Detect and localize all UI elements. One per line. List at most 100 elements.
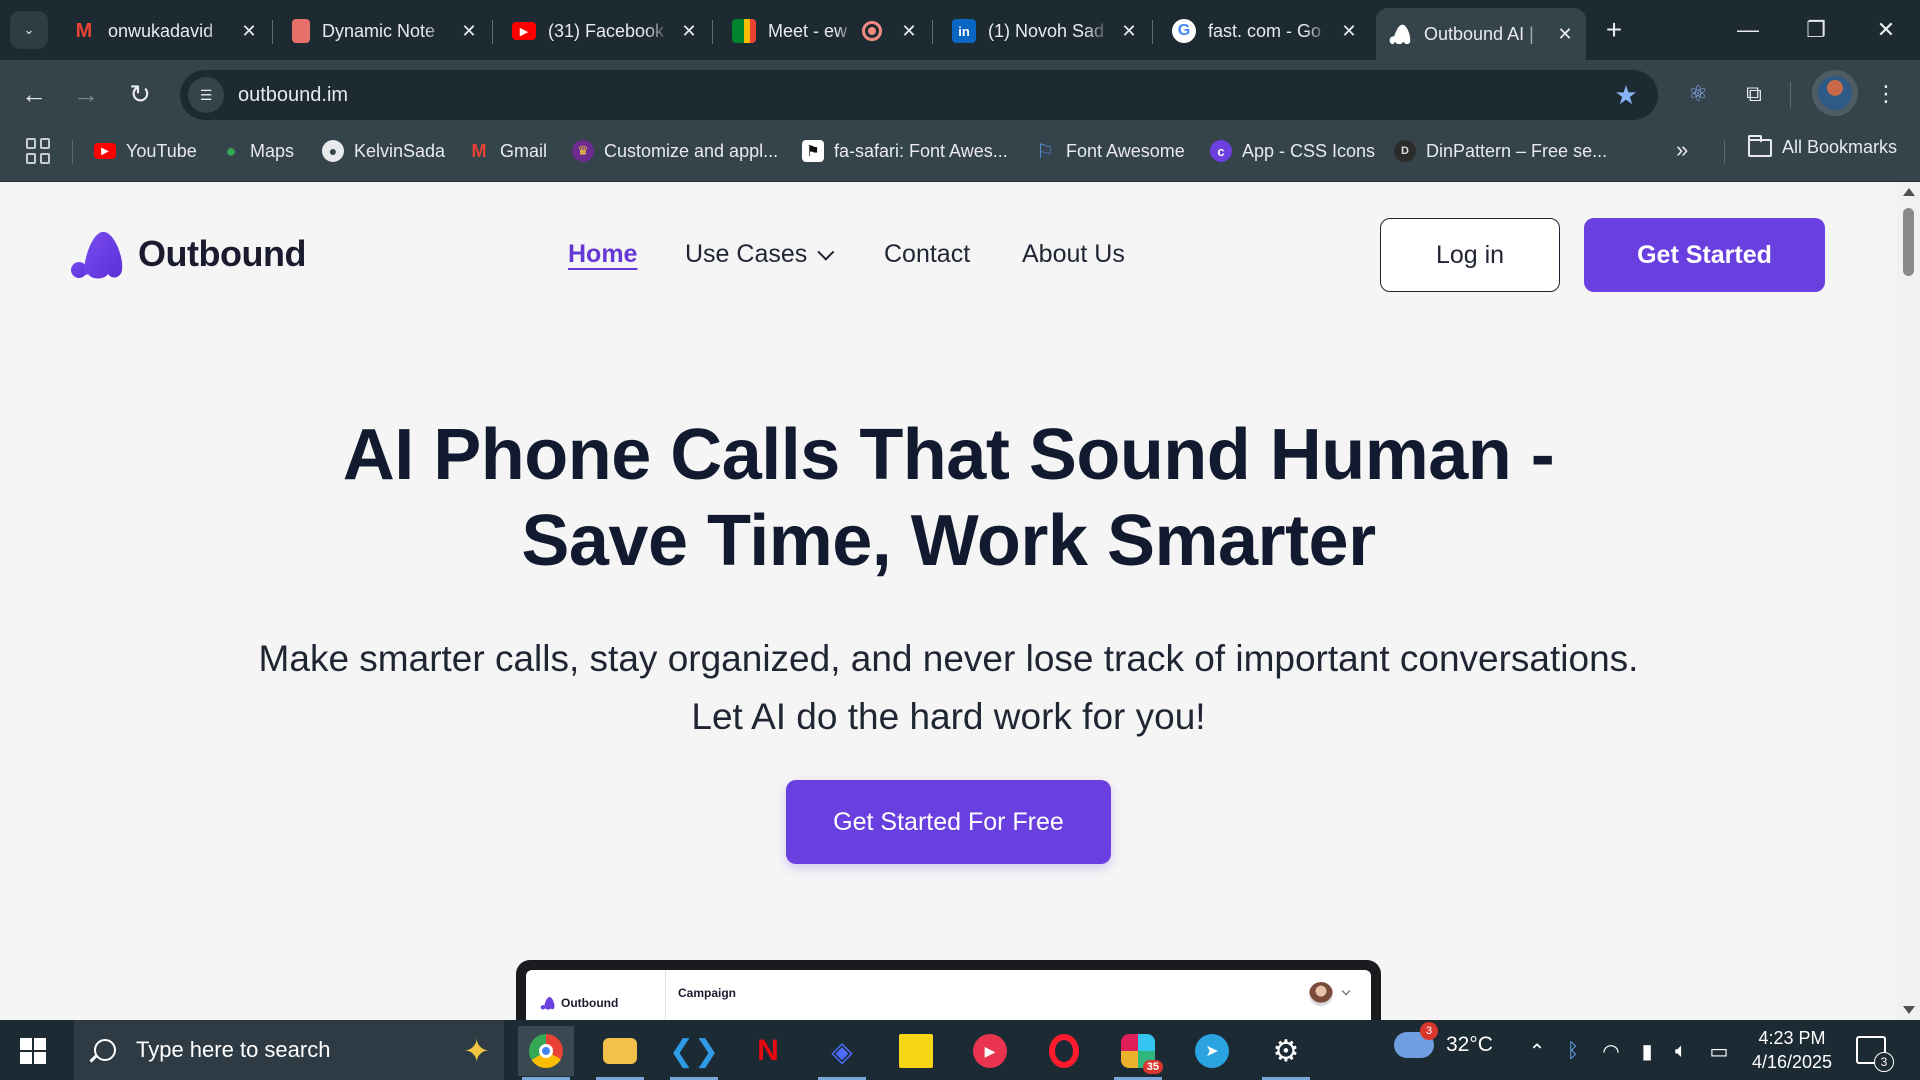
preview-logo: Outbound bbox=[540, 996, 618, 1010]
taskbar-slack[interactable]: 35 bbox=[1110, 1026, 1166, 1080]
minimize-icon: — bbox=[1737, 17, 1759, 42]
brand-logo[interactable]: Outbound bbox=[70, 228, 306, 280]
close-tab-icon[interactable]: ✕ bbox=[1554, 23, 1576, 45]
close-tab-icon[interactable]: ✕ bbox=[1338, 20, 1360, 42]
nav-contact[interactable]: Contact bbox=[884, 240, 970, 269]
folder-icon bbox=[1748, 134, 1772, 157]
taskbar-sticky-notes[interactable] bbox=[888, 1026, 944, 1076]
login-button[interactable]: Log in bbox=[1380, 218, 1560, 292]
bookmark-dinpattern[interactable]: D DinPattern – Free se... bbox=[1394, 137, 1607, 165]
search-icon bbox=[94, 1039, 116, 1061]
tab-title: (1) Novoh Sad bbox=[988, 20, 1105, 41]
taskbar-search-box[interactable]: Type here to search ✦ bbox=[74, 1020, 504, 1080]
notification-center-icon[interactable]: 3 bbox=[1856, 1036, 1894, 1072]
taskbar-vscode[interactable]: ❮❯ bbox=[666, 1026, 722, 1080]
hero-title-line: Save Time, Work Smarter bbox=[521, 501, 1376, 581]
system-clock[interactable]: 4:23 PM 4/16/2025 bbox=[1740, 1026, 1844, 1074]
site-info-button[interactable]: ☰ bbox=[188, 77, 224, 113]
address-bar[interactable]: ☰ outbound.im ★ bbox=[180, 70, 1658, 120]
bookmark-maps[interactable]: ● Maps bbox=[222, 137, 294, 165]
browser-tab[interactable]: ▶ (31) Facebook ✕ bbox=[500, 10, 710, 52]
clock-time: 4:23 PM bbox=[1758, 1028, 1826, 1048]
copilot-sparkle-icon[interactable]: ✦ bbox=[463, 1032, 490, 1070]
bookmark-star-icon[interactable]: ★ bbox=[1606, 75, 1646, 115]
bookmark-youtube[interactable]: ▶ YouTube bbox=[94, 137, 197, 165]
weather-widget[interactable]: 3 32°C bbox=[1394, 1022, 1493, 1058]
bookmark-fa-safari[interactable]: ⚑ fa-safari: Font Awes... bbox=[802, 137, 1008, 165]
browser-tab[interactable]: Meet - ew ✕ bbox=[720, 10, 930, 52]
more-bookmarks-icon[interactable]: » bbox=[1676, 137, 1688, 163]
preview-brand-name: Outbound bbox=[561, 996, 619, 1010]
windows-start-icon[interactable] bbox=[20, 1038, 46, 1064]
browser-tab[interactable]: Dynamic Note ✕ bbox=[280, 10, 490, 52]
tab-divider bbox=[712, 20, 713, 44]
battery-icon[interactable]: ▭ bbox=[1706, 1038, 1732, 1064]
get-started-free-button[interactable]: Get Started For Free bbox=[786, 780, 1111, 864]
scroll-thumb[interactable] bbox=[1903, 208, 1914, 276]
back-button[interactable]: ← bbox=[14, 74, 54, 114]
chevron-down-icon bbox=[1341, 986, 1351, 996]
taskbar-settings[interactable]: ⚙ bbox=[1258, 1026, 1314, 1080]
taskbar-netflix[interactable]: N bbox=[740, 1026, 796, 1076]
scroll-down-icon[interactable] bbox=[1903, 1006, 1915, 1014]
close-tab-icon[interactable]: ✕ bbox=[238, 20, 260, 42]
bookmark-css-icons[interactable]: c App - CSS Icons bbox=[1210, 137, 1375, 165]
browser-tab[interactable]: M onwukadavid ✕ bbox=[60, 10, 270, 52]
bookmark-github[interactable]: ● KelvinSada bbox=[322, 137, 445, 165]
browser-tab[interactable]: G fast. com - Go ✕ bbox=[1160, 10, 1370, 52]
taskbar-telegram[interactable]: ➤ bbox=[1184, 1026, 1240, 1076]
google-maps-icon: ● bbox=[225, 140, 237, 161]
github-icon: ● bbox=[322, 140, 344, 162]
new-tab-button[interactable]: + bbox=[1598, 14, 1630, 46]
hero-subtitle-line: Make smarter calls, stay organized, and … bbox=[258, 638, 1639, 679]
clock-date: 4/16/2025 bbox=[1751, 1052, 1833, 1072]
tab-divider bbox=[272, 20, 273, 44]
hero-subtitle: Make smarter calls, stay organized, and … bbox=[180, 630, 1717, 746]
bookmark-font-awesome[interactable]: ⚐ Font Awesome bbox=[1034, 137, 1185, 165]
wifi-icon[interactable]: ◠ bbox=[1598, 1038, 1624, 1064]
taskbar-media-player[interactable]: ▶ bbox=[962, 1026, 1018, 1076]
get-started-button[interactable]: Get Started bbox=[1584, 218, 1825, 292]
browser-tab[interactable]: in (1) Novoh Sad ✕ bbox=[940, 10, 1150, 52]
page-scrollbar[interactable] bbox=[1897, 182, 1920, 1020]
apps-grid-icon[interactable] bbox=[26, 138, 52, 164]
app-preview-screen: Outbound Campaign bbox=[526, 970, 1371, 1020]
preview-sidebar: Outbound bbox=[526, 970, 666, 1020]
slack-badge: 35 bbox=[1142, 1060, 1163, 1074]
gear-icon: ⚙ bbox=[1272, 1034, 1300, 1068]
bookmark-gmail[interactable]: M Gmail bbox=[468, 137, 548, 165]
all-bookmarks-label: All Bookmarks bbox=[1782, 137, 1898, 157]
nav-about[interactable]: About Us bbox=[1022, 240, 1125, 269]
url-text[interactable]: outbound.im bbox=[238, 84, 1606, 107]
react-devtools-icon[interactable]: ⚛ bbox=[1678, 74, 1718, 114]
close-tab-icon[interactable]: ✕ bbox=[898, 20, 920, 42]
nav-home[interactable]: Home bbox=[568, 240, 637, 269]
close-tab-icon[interactable]: ✕ bbox=[678, 20, 700, 42]
restore-button[interactable]: ❐ bbox=[1796, 12, 1836, 48]
hero-title: AI Phone Calls That Sound Human - Save T… bbox=[200, 412, 1697, 584]
extensions-icon[interactable]: ⧉ bbox=[1734, 74, 1774, 114]
bookmark-label: Font Awesome bbox=[1066, 140, 1185, 161]
volume-icon[interactable]: 🔈︎ bbox=[1668, 1038, 1694, 1064]
taskbar-chrome[interactable] bbox=[518, 1026, 574, 1080]
close-tab-icon[interactable]: ✕ bbox=[458, 20, 480, 42]
bluetooth-icon[interactable]: ᛒ bbox=[1560, 1038, 1586, 1064]
taskbar-file-explorer[interactable] bbox=[592, 1026, 648, 1080]
nav-use-cases[interactable]: Use Cases bbox=[685, 240, 835, 269]
chevron-up-icon[interactable]: ⌃ bbox=[1524, 1038, 1550, 1064]
taskbar-deepseek[interactable]: ◈ bbox=[814, 1026, 870, 1080]
tab-search-button[interactable]: ⌄ bbox=[10, 11, 48, 49]
browser-tab-active[interactable]: Outbound AI | ✕ bbox=[1376, 8, 1586, 60]
menu-kebab-icon[interactable]: ⋮ bbox=[1866, 74, 1906, 114]
taskbar-opera[interactable] bbox=[1036, 1026, 1092, 1076]
bookmark-customize[interactable]: ♛ Customize and appl... bbox=[572, 137, 778, 165]
profile-avatar[interactable] bbox=[1812, 70, 1858, 116]
forward-button[interactable]: → bbox=[66, 74, 106, 114]
all-bookmarks-button[interactable]: All Bookmarks bbox=[1748, 134, 1898, 158]
close-window-button[interactable]: ✕ bbox=[1866, 12, 1906, 48]
reload-button[interactable]: ↻ bbox=[120, 74, 160, 114]
scroll-up-icon[interactable] bbox=[1903, 188, 1915, 196]
minimize-button[interactable]: — bbox=[1728, 12, 1768, 48]
close-tab-icon[interactable]: ✕ bbox=[1118, 20, 1140, 42]
microphone-icon[interactable]: ▮ bbox=[1634, 1038, 1660, 1064]
